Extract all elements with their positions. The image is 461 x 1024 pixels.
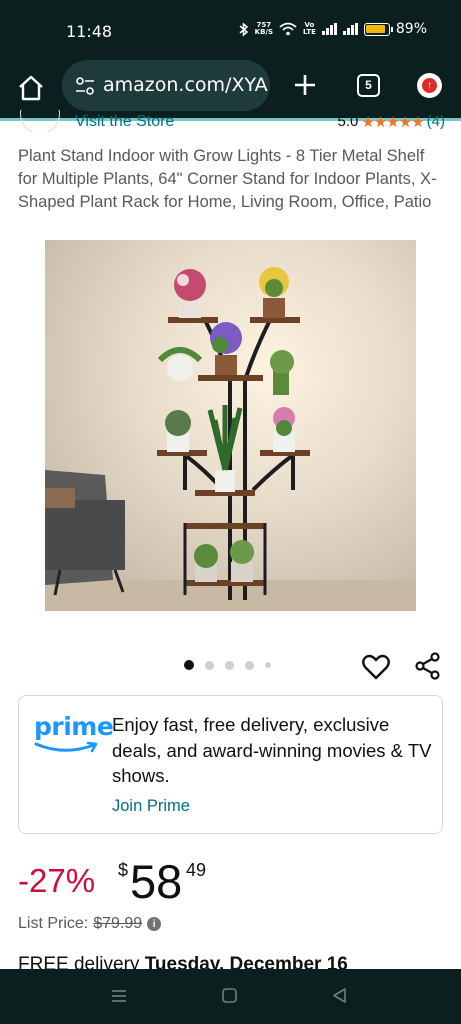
carousel-dot-2[interactable] [205, 660, 214, 670]
product-image[interactable] [45, 240, 416, 611]
rating-value: 5.0 [337, 113, 359, 130]
battery-percent: 89% [395, 21, 427, 37]
update-icon[interactable]: ↑ [417, 73, 442, 98]
image-carousel-dots [184, 660, 271, 670]
store-logo[interactable] [20, 110, 60, 132]
home-icon[interactable] [16, 74, 46, 102]
star-rating-icon: ★★★★★ [361, 114, 424, 131]
status-time: 11:48 [66, 22, 113, 41]
join-prime-link[interactable]: Join Prime [112, 797, 190, 816]
wishlist-heart-icon[interactable] [362, 654, 390, 680]
product-title: Plant Stand Indoor with Grow Lights - 8 … [18, 147, 437, 211]
visit-store-link[interactable]: Visit the Store [75, 113, 174, 131]
prime-promo-card: prime Enjoy fast, free delivery, exclusi… [18, 695, 443, 834]
recent-apps-icon[interactable] [110, 987, 128, 1005]
delivery-prefix: FREE delivery [18, 954, 145, 970]
battery-icon [363, 22, 393, 36]
prime-smile-icon [34, 741, 98, 753]
rating-summary[interactable]: 5.0 ★★★★★ (4) [338, 113, 445, 131]
tabs-icon[interactable]: 5 [357, 74, 380, 97]
discount-percent: -27% [18, 862, 96, 899]
rating-count[interactable]: (4) [427, 113, 445, 131]
bluetooth-icon [239, 21, 248, 37]
price-block: -27% $ 58 49 [18, 852, 443, 912]
prime-message: Enjoy fast, free delivery, exclusive dea… [112, 714, 432, 786]
volte-line-2: LTE [303, 28, 316, 36]
plus-icon[interactable] [293, 73, 317, 97]
network-speed: 757 KB/S [255, 22, 273, 36]
site-settings-icon[interactable] [75, 77, 95, 95]
url-text: amazon.com/XYA [103, 74, 268, 96]
wifi-icon [279, 22, 297, 36]
signal-icon-2 [342, 23, 358, 35]
volte-badge: Vo LTE [303, 22, 316, 36]
delivery-info: FREE delivery Tuesday, December 16 [18, 954, 448, 970]
status-icons: 757 KB/S Vo LTE 89% [239, 21, 427, 37]
home-nav-icon[interactable] [221, 987, 238, 1004]
list-price-value: $79.99 [93, 915, 143, 932]
carousel-dot-5[interactable] [265, 662, 271, 668]
store-row: Visit the Store 5.0 ★★★★★ (4) [20, 110, 445, 132]
address-bar[interactable]: amazon.com/XYA [62, 60, 270, 111]
system-nav-bar [0, 969, 461, 1024]
carousel-dot-3[interactable] [225, 660, 234, 670]
list-price-row: List Price: $79.99 i [18, 915, 162, 933]
info-icon[interactable]: i [147, 917, 162, 931]
plant-stand-photo [45, 240, 416, 611]
status-bar: 11:48 757 KB/S Vo LTE 89% [0, 0, 461, 58]
delivery-date: Tuesday, December 16 [144, 954, 348, 970]
browser-toolbar: amazon.com/XYA 5 ↑ [0, 58, 461, 118]
signal-icon [321, 23, 337, 35]
carousel-dot-1[interactable] [184, 660, 194, 670]
back-icon[interactable] [331, 987, 347, 1004]
list-price-label: List Price: [18, 915, 89, 932]
share-icon[interactable] [414, 652, 442, 680]
prime-logo-text: prime [34, 712, 114, 741]
price-currency: $ [118, 860, 129, 880]
price-whole: 58 [130, 855, 183, 908]
prime-logo: prime [34, 712, 114, 759]
carousel-dot-4[interactable] [245, 660, 254, 670]
network-speed-unit: KB/S [254, 28, 274, 36]
price-fraction: 49 [186, 860, 207, 880]
